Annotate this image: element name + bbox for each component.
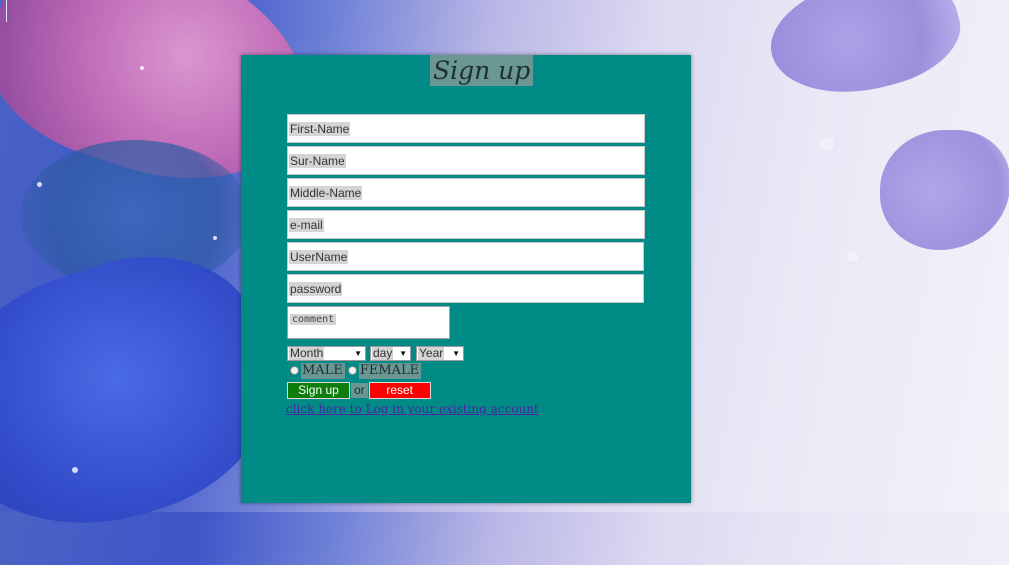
day-select[interactable]: day ▼ (370, 346, 411, 361)
corner-mark (6, 0, 7, 22)
username-placeholder: UserName (289, 249, 349, 264)
password-placeholder: password (289, 281, 343, 296)
middle-name-field[interactable]: Middle-Name (287, 178, 645, 207)
background-bubble (37, 182, 42, 187)
month-select[interactable]: Month ▼ (287, 346, 366, 361)
male-label: MALE (301, 362, 345, 379)
background-bubble (213, 236, 217, 240)
female-radio[interactable] (347, 366, 357, 375)
action-buttons: Sign up or reset (287, 382, 431, 399)
month-select-value: Month (289, 346, 325, 360)
background-bubble (848, 252, 858, 262)
day-select-value: day (372, 346, 394, 360)
email-placeholder: e-mail (289, 217, 324, 232)
email-field[interactable]: e-mail (287, 210, 645, 239)
background-purple-leaf (759, 0, 971, 113)
first-name-placeholder: First-Name (289, 121, 351, 136)
middle-name-placeholder: Middle-Name (289, 185, 363, 200)
page-title: Sign up (430, 55, 534, 86)
year-select-value: Year (418, 346, 445, 360)
male-radio[interactable] (290, 366, 299, 375)
year-select[interactable]: Year ▼ (416, 346, 464, 361)
chevron-down-icon: ▼ (452, 349, 460, 358)
gender-radio-group: MALE FEMALE (290, 362, 424, 379)
first-name-field[interactable]: First-Name (287, 114, 645, 143)
signup-panel: Sign up First-Name Sur-Name Middle-Name … (241, 55, 691, 503)
or-label: or (351, 383, 368, 398)
signup-button[interactable]: Sign up (287, 382, 350, 399)
password-field[interactable]: password (287, 274, 644, 303)
reset-button[interactable]: reset (368, 382, 431, 399)
female-label: FEMALE (358, 362, 422, 379)
chevron-down-icon: ▼ (354, 349, 362, 358)
login-link[interactable]: click here to Log in your existing accou… (286, 402, 539, 416)
background-purple-leaf-small (880, 130, 1009, 250)
username-field[interactable]: UserName (287, 242, 644, 271)
background-bubble (820, 137, 834, 151)
sur-name-placeholder: Sur-Name (289, 153, 346, 168)
background-bubble (72, 467, 78, 473)
comment-placeholder: comment (290, 314, 337, 325)
background-blue-leaf (20, 140, 250, 290)
comment-textarea[interactable]: comment (287, 306, 450, 339)
background-bubble (140, 66, 144, 70)
sur-name-field[interactable]: Sur-Name (287, 146, 645, 175)
chevron-down-icon: ▼ (399, 349, 407, 358)
